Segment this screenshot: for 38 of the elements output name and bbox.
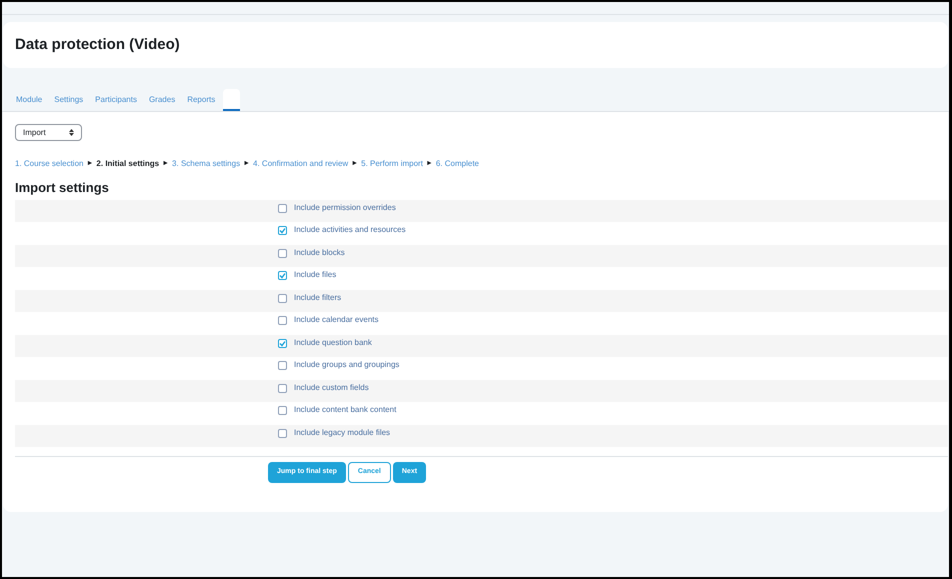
- setting-label: Include legacy module files: [294, 426, 390, 438]
- tab[interactable]: Settings: [50, 89, 88, 111]
- setting-label: Include question bank: [294, 336, 372, 348]
- page-title: Data protection (Video): [15, 34, 180, 55]
- tab[interactable]: Module: [12, 89, 46, 111]
- checkbox[interactable]: [278, 294, 287, 302]
- step-label: 1. Course selection: [15, 158, 84, 170]
- section-title: Import settings: [15, 179, 110, 197]
- checkbox[interactable]: [278, 338, 287, 348]
- step-label: 6. Complete: [436, 158, 479, 170]
- action-select[interactable]: Import: [15, 124, 82, 141]
- sort-caret-icon: [69, 129, 74, 136]
- tab[interactable]: Reports: [183, 89, 220, 111]
- step-label: 4. Confirmation and review: [253, 158, 348, 170]
- setting-label: Include groups and groupings: [294, 359, 400, 371]
- setting-label: Include files: [294, 269, 336, 281]
- step-label: 3. Schema settings: [172, 158, 240, 170]
- checkbox[interactable]: [278, 406, 287, 415]
- setting-label: Include calendar events: [294, 314, 378, 326]
- checkbox[interactable]: [278, 361, 287, 370]
- setting-label: Include custom fields: [294, 382, 369, 394]
- setting-label: Include blocks: [294, 246, 345, 258]
- checkbox[interactable]: [278, 428, 287, 438]
- setting-label: Include content bank content: [294, 404, 396, 416]
- tab[interactable]: [223, 89, 240, 111]
- tab[interactable]: Grades: [144, 89, 180, 111]
- checkbox[interactable]: [278, 384, 287, 392]
- checkbox[interactable]: [278, 316, 287, 325]
- checkbox[interactable]: [278, 226, 287, 235]
- checkbox[interactable]: [278, 271, 287, 280]
- checkbox[interactable]: [278, 204, 287, 212]
- step-label: 5. Perform import: [361, 158, 423, 170]
- step-label: 2. Initial settings: [96, 158, 160, 170]
- setting-label: Include activities and resources: [294, 224, 406, 236]
- setting-label: Include permission overrides: [294, 202, 396, 214]
- checkbox[interactable]: [278, 248, 287, 258]
- tab[interactable]: Participants: [91, 89, 141, 111]
- setting-label: Include filters: [294, 292, 342, 304]
